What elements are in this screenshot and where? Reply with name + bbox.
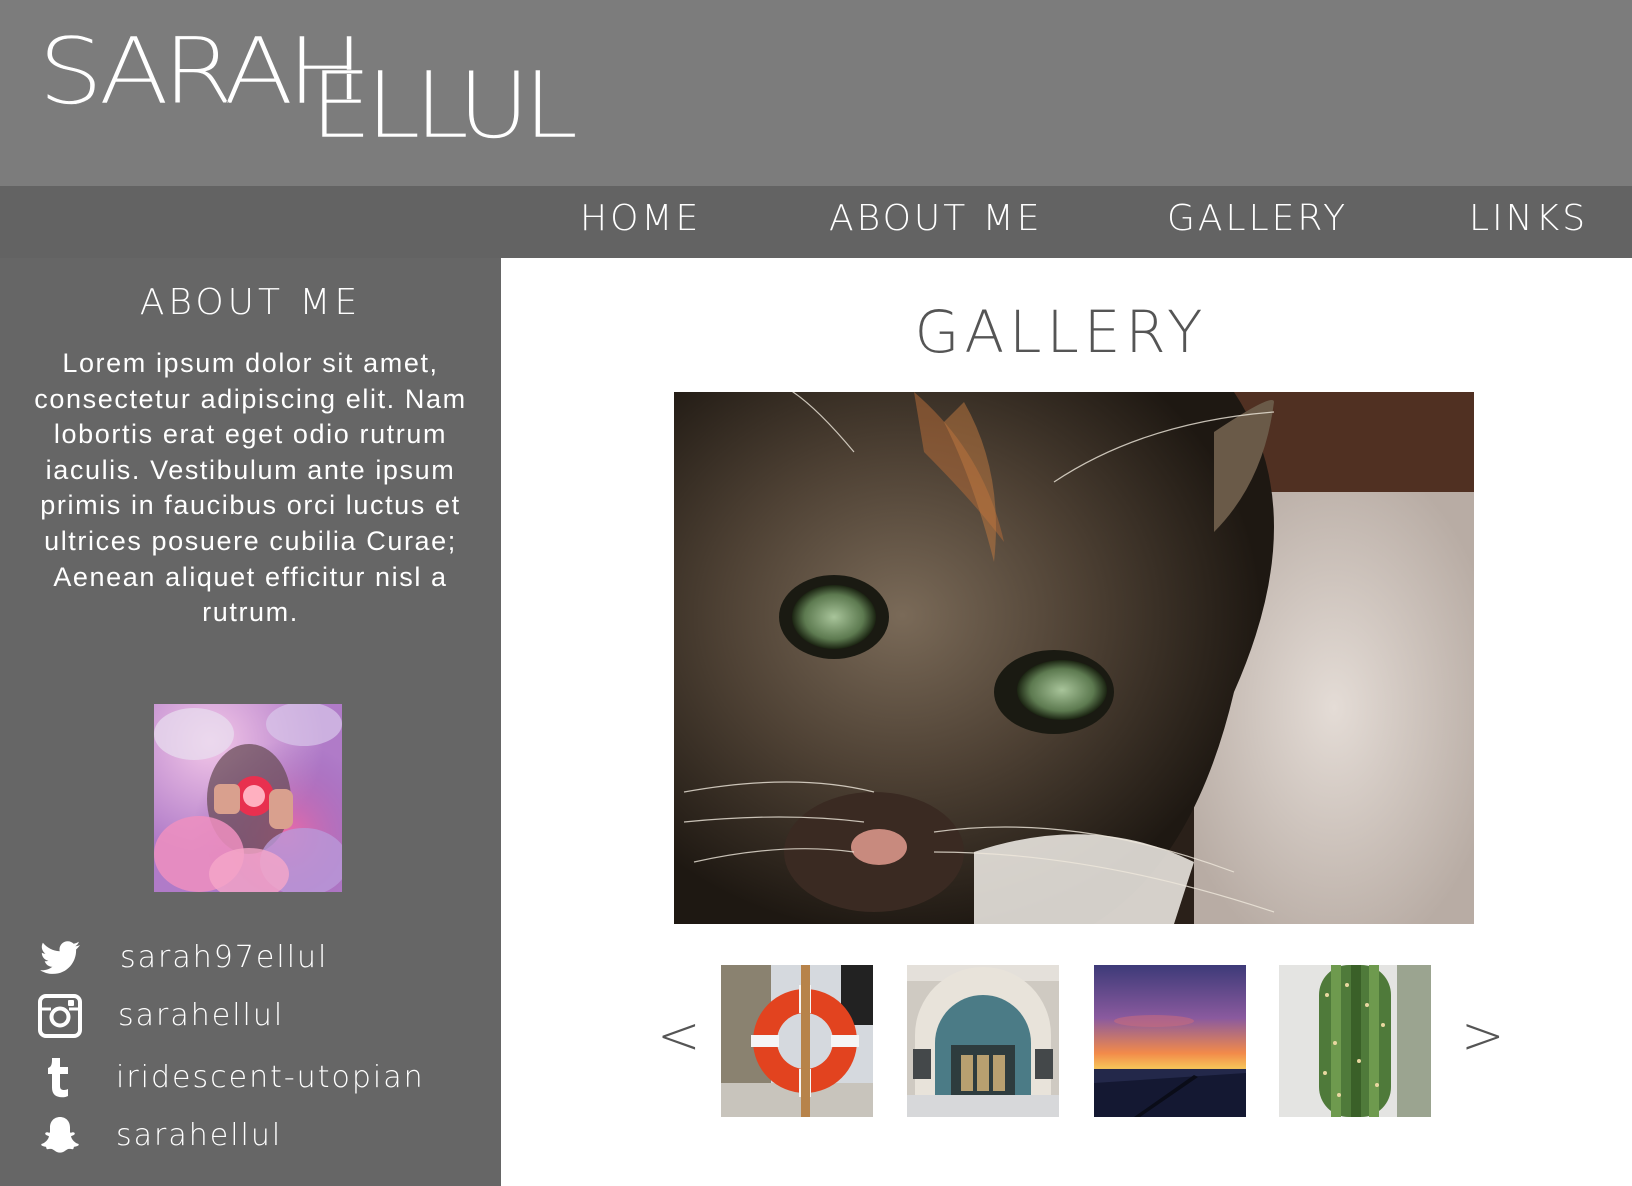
site-header: SARAH ELLUL	[0, 0, 1632, 186]
lifebuoy-image	[721, 965, 873, 1117]
thumbnail-lifebuoy[interactable]	[721, 965, 873, 1117]
gallery-main-photo	[674, 392, 1474, 924]
cat-photo	[674, 392, 1474, 924]
instagram-icon	[38, 994, 82, 1038]
building-image	[907, 965, 1059, 1117]
gallery-prev-button[interactable]: <	[657, 1010, 701, 1062]
profile-photo	[154, 704, 342, 892]
main-content: GALLERY < >	[501, 258, 1632, 1186]
snapchat-handle: sarahellul	[116, 1118, 283, 1153]
twitter-icon	[40, 941, 80, 974]
gallery-next-button[interactable]: >	[1461, 1010, 1505, 1062]
thumbnail-sunset[interactable]	[1094, 965, 1246, 1117]
nav-links[interactable]: LINKS	[1469, 198, 1588, 239]
profile-photo-image	[154, 704, 342, 892]
sunset-image	[1094, 965, 1246, 1117]
thumbnail-cactus[interactable]	[1279, 965, 1431, 1117]
tumblr-handle: iridescent-utopian	[116, 1060, 425, 1095]
thumbnail-building[interactable]	[907, 965, 1059, 1117]
main-nav: HOME ABOUT ME GALLERY LINKS	[0, 186, 1632, 258]
cactus-image	[1279, 965, 1431, 1117]
social-snapchat[interactable]: sarahellul	[38, 1114, 478, 1158]
page-title: GALLERY	[914, 298, 1208, 366]
sidebar: ABOUT ME Lorem ipsum dolor sit amet, con…	[0, 258, 501, 1186]
social-twitter[interactable]: sarah97ellul	[38, 936, 478, 980]
social-instagram[interactable]: sarahellul	[38, 994, 478, 1038]
logo-last-name[interactable]: ELLUL	[310, 59, 579, 152]
nav-about-me[interactable]: ABOUT ME	[829, 198, 1043, 239]
snapchat-icon	[41, 1117, 79, 1153]
twitter-handle: sarah97ellul	[120, 940, 329, 975]
social-tumblr[interactable]: iridescent-utopian	[38, 1056, 478, 1100]
sidebar-title: ABOUT ME	[139, 282, 362, 323]
instagram-handle: sarahellul	[118, 998, 285, 1033]
nav-home[interactable]: HOME	[580, 198, 701, 239]
about-text: Lorem ipsum dolor sit amet, consectetur …	[34, 348, 467, 628]
nav-gallery[interactable]: GALLERY	[1167, 198, 1348, 239]
tumblr-icon	[48, 1058, 68, 1098]
